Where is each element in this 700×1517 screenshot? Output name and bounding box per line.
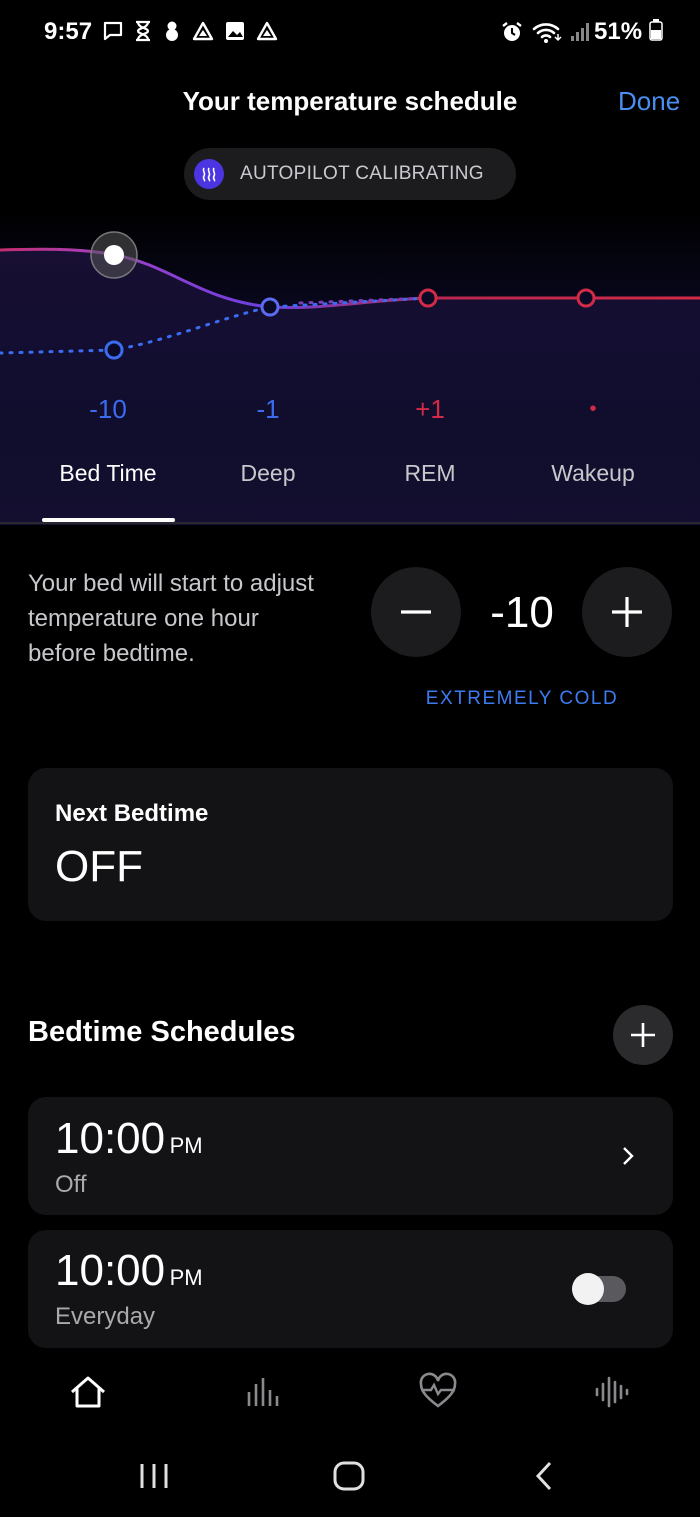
done-button[interactable]: Done <box>618 86 680 117</box>
back-icon[interactable] <box>532 1458 558 1499</box>
snowman-icon <box>162 20 182 42</box>
recents-icon[interactable] <box>138 1458 170 1499</box>
tab-rem[interactable]: REM <box>350 460 510 487</box>
temperature-value: -10 <box>490 588 554 637</box>
schedule-time: 10:00 PM <box>55 1114 203 1164</box>
hourglass-icon <box>134 20 152 42</box>
bedtime-handle[interactable] <box>104 245 124 265</box>
next-bedtime-label: Next Bedtime <box>55 800 209 827</box>
bedtime-actual-point <box>104 340 124 360</box>
status-time: 9:57 <box>44 18 93 45</box>
heart-health-icon[interactable] <box>418 1372 458 1417</box>
bedtime-description: Your bed will start to adjust temperatur… <box>28 570 314 667</box>
schedule-repeat: Everyday <box>55 1303 156 1330</box>
image-icon <box>224 20 246 42</box>
minus-icon <box>401 610 431 614</box>
deep-point[interactable] <box>260 297 280 317</box>
increase-temperature-button[interactable] <box>582 567 672 657</box>
chevron-right-icon[interactable] <box>620 1145 636 1172</box>
page-title: Your temperature schedule <box>182 86 518 116</box>
tab-wakeup[interactable]: Wakeup <box>513 460 673 487</box>
tab-deep[interactable]: Deep <box>188 460 348 487</box>
stage-value-bedtime: -10 <box>89 394 127 424</box>
stage-value-deep: -1 <box>256 394 280 424</box>
rem-point[interactable] <box>418 288 438 308</box>
tab-bed-time[interactable]: Bed Time <box>28 460 188 487</box>
schedule-time: 10:00 PM <box>55 1246 203 1296</box>
home-icon[interactable] <box>68 1372 108 1417</box>
message-icon <box>102 20 124 42</box>
status-left-icons <box>102 20 278 42</box>
schedule-time-value: 10:00 <box>55 1246 166 1295</box>
bedtime-schedules-title: Bedtime Schedules <box>28 1016 296 1048</box>
stage-value-wakeup: • <box>589 398 597 420</box>
triangle-icon <box>256 20 278 42</box>
audio-waves-icon[interactable] <box>594 1372 632 1417</box>
triangle-icon <box>192 20 214 42</box>
stage-value-rem: +1 <box>415 394 445 424</box>
tab-divider <box>0 522 700 524</box>
schedule-ampm: PM <box>169 1265 203 1290</box>
autopilot-status-pill[interactable]: AUTOPILOT CALIBRATING <box>184 148 516 200</box>
signal-icon <box>570 21 592 43</box>
alarm-icon <box>500 20 524 44</box>
wakeup-point[interactable] <box>576 288 596 308</box>
schedule-time-value: 10:00 <box>55 1114 166 1163</box>
add-schedule-button[interactable] <box>613 1005 673 1065</box>
status-bar: 9:57 51% <box>0 0 700 66</box>
heat-waves-icon <box>194 159 224 189</box>
next-bedtime-value: OFF <box>55 842 143 891</box>
schedule-status: Off <box>55 1171 87 1198</box>
decrease-temperature-button[interactable] <box>371 567 461 657</box>
battery-percent: 51% <box>594 18 663 48</box>
home-button-icon[interactable] <box>332 1458 366 1499</box>
battery-icon <box>648 19 663 48</box>
toggle-knob <box>572 1273 604 1305</box>
plus-icon <box>612 597 642 627</box>
bar-chart-icon[interactable] <box>246 1372 280 1417</box>
wifi-icon <box>532 20 562 44</box>
status-right-icons <box>500 20 592 44</box>
plus-icon <box>631 1023 655 1047</box>
temperature-level-label: EXTREMELY COLD <box>425 688 619 709</box>
schedule-ampm: PM <box>169 1133 203 1158</box>
autopilot-label: AUTOPILOT CALIBRATING <box>240 163 484 184</box>
schedule-toggle[interactable] <box>572 1273 626 1305</box>
